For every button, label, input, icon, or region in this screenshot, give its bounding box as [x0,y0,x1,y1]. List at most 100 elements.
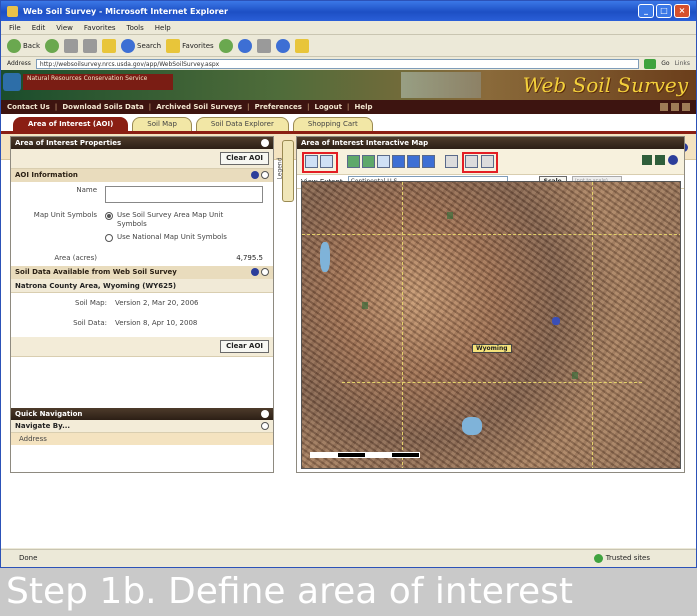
wyoming-label: Wyoming [472,344,512,353]
info-icon[interactable] [251,268,259,276]
question-icon[interactable] [261,422,269,430]
print-page-icon[interactable] [671,103,679,111]
folder-icon [294,38,309,53]
main-tabs: Area of Interest (AOI) Soil Map Soil Dat… [1,114,696,134]
links-label[interactable]: Links [675,60,690,67]
stop-button[interactable] [64,38,78,53]
tab-area-of-interest[interactable]: Area of Interest (AOI) [13,117,129,131]
folder-button[interactable] [294,38,309,53]
home-button[interactable] [102,38,116,53]
identify-icon[interactable] [377,155,390,168]
full-extent-icon[interactable] [362,155,375,168]
go-button[interactable] [644,58,657,69]
map-layers-icon[interactable] [642,155,652,165]
address-input[interactable]: http://websoilsurvey.nrcs.usda.gov/app/W… [35,58,640,69]
lake-1 [320,242,330,272]
info-tool-icon[interactable] [422,155,435,168]
back-button[interactable]: Back [7,38,40,53]
map-scale-bar [310,452,420,458]
menu-file[interactable]: File [9,24,21,32]
radio-survey-area-dot[interactable] [105,212,113,220]
nav-download-soils-data[interactable]: Download Soils Data [62,103,143,111]
nav-contact-us[interactable]: Contact Us [7,103,50,111]
forward-button[interactable] [45,38,59,53]
map-unit-symbols-label: Map Unit Symbols [33,211,97,219]
clear-aoi-button[interactable]: Clear AOI [220,152,269,165]
menu-favorites[interactable]: Favorites [84,24,116,32]
close-button[interactable]: × [674,4,690,18]
previous-extent-icon[interactable] [392,155,405,168]
nav-archived-soil-surveys[interactable]: Archived Soil Surveys [156,103,242,111]
soil-map-label: Soil Map: [75,299,107,307]
aoi-properties-header: Area of Interest Properties [11,137,273,149]
mail-icon [237,38,252,53]
menu-tools[interactable]: Tools [127,24,144,32]
search-button[interactable]: Search [121,38,161,53]
lake-2 [462,417,482,435]
go-label[interactable]: Go [661,60,669,67]
print-button[interactable] [256,38,271,53]
history-button[interactable] [218,38,233,53]
road-3 [402,182,403,468]
soil-data-available-title: Soil Data Available from Web Soil Survey [15,268,177,276]
quick-navigation: Quick Navigation Navigate By... Address [11,408,273,472]
zoom-tools-highlight [302,152,338,173]
favorites-button[interactable]: Favorites [166,38,214,53]
page-utility-icons [660,103,690,111]
radio-survey-area-symbols[interactable]: Use Soil Survey Area Map Unit Symbols [105,211,237,229]
menu-help[interactable]: Help [155,24,171,32]
menu-edit[interactable]: Edit [32,24,46,32]
stop-icon [64,38,78,53]
pan-icon[interactable] [347,155,360,168]
minimize-button[interactable]: _ [638,4,654,18]
tab-shopping-cart[interactable]: Shopping Cart [292,117,373,131]
maximize-button[interactable]: □ [656,4,672,18]
question-icon[interactable] [261,171,269,179]
aoi-properties-title: Area of Interest Properties [15,139,122,147]
mail-button[interactable] [237,38,252,53]
banner-photo [401,72,481,98]
map-help-icon[interactable] [668,155,678,165]
font-size-icon[interactable] [660,103,668,111]
aoi-name-input[interactable] [105,186,263,203]
tab-soil-data-explorer[interactable]: Soil Data Explorer [195,117,289,131]
usda-logo [3,73,21,91]
clear-aoi-button-bottom[interactable]: Clear AOI [220,340,269,353]
nav-preferences[interactable]: Preferences [255,103,302,111]
interactive-map-header: Area of Interest Interactive Map [297,137,684,149]
site-banner: Natural Resources Conservation Service W… [1,70,696,100]
panel-help-icon[interactable] [261,139,269,147]
security-zone: Trusted sites [593,553,690,563]
site-brand: Web Soil Survey [522,73,688,97]
next-extent-icon[interactable] [407,155,420,168]
road-4 [592,182,593,468]
info-icon[interactable] [251,171,259,179]
menu-view[interactable]: View [56,24,73,32]
nav-logout[interactable]: Logout [315,103,342,111]
radio-national-symbols[interactable]: Use National Map Unit Symbols [105,233,237,242]
name-label: Name [76,186,97,194]
quick-nav-help-icon[interactable] [261,410,269,418]
name-row: Name [11,182,273,207]
aoi-tools-highlight [462,152,498,173]
window-title: Web Soil Survey - Microsoft Internet Exp… [23,6,228,16]
history-icon [218,38,233,53]
survey-area-name: Natrona County Area, Wyoming (WY625) [11,279,273,293]
edit-button[interactable] [275,38,290,53]
nav-help[interactable]: Help [354,103,372,111]
accessibility-icon[interactable] [682,103,690,111]
soil-data-version: Version 8, Apr 10, 2008 [115,319,198,327]
area-row: Area (acres) 4,795.5 [11,246,273,266]
question-icon[interactable] [261,268,269,276]
radio-national-dot[interactable] [105,234,113,242]
navigate-by-address[interactable]: Address [11,433,273,445]
refresh-button[interactable] [83,38,97,53]
measure-icon[interactable] [445,155,458,168]
tab-soil-map[interactable]: Soil Map [132,117,192,131]
navigate-by-header[interactable]: Navigate By... [11,420,273,433]
terrain-map[interactable]: Wyoming [301,181,681,469]
legend-label: Legend [276,157,284,180]
menu-bar: File Edit View Favorites Tools Help [1,21,696,35]
map-print-icon[interactable] [655,155,665,165]
legend-tab[interactable]: Legend [277,140,294,202]
